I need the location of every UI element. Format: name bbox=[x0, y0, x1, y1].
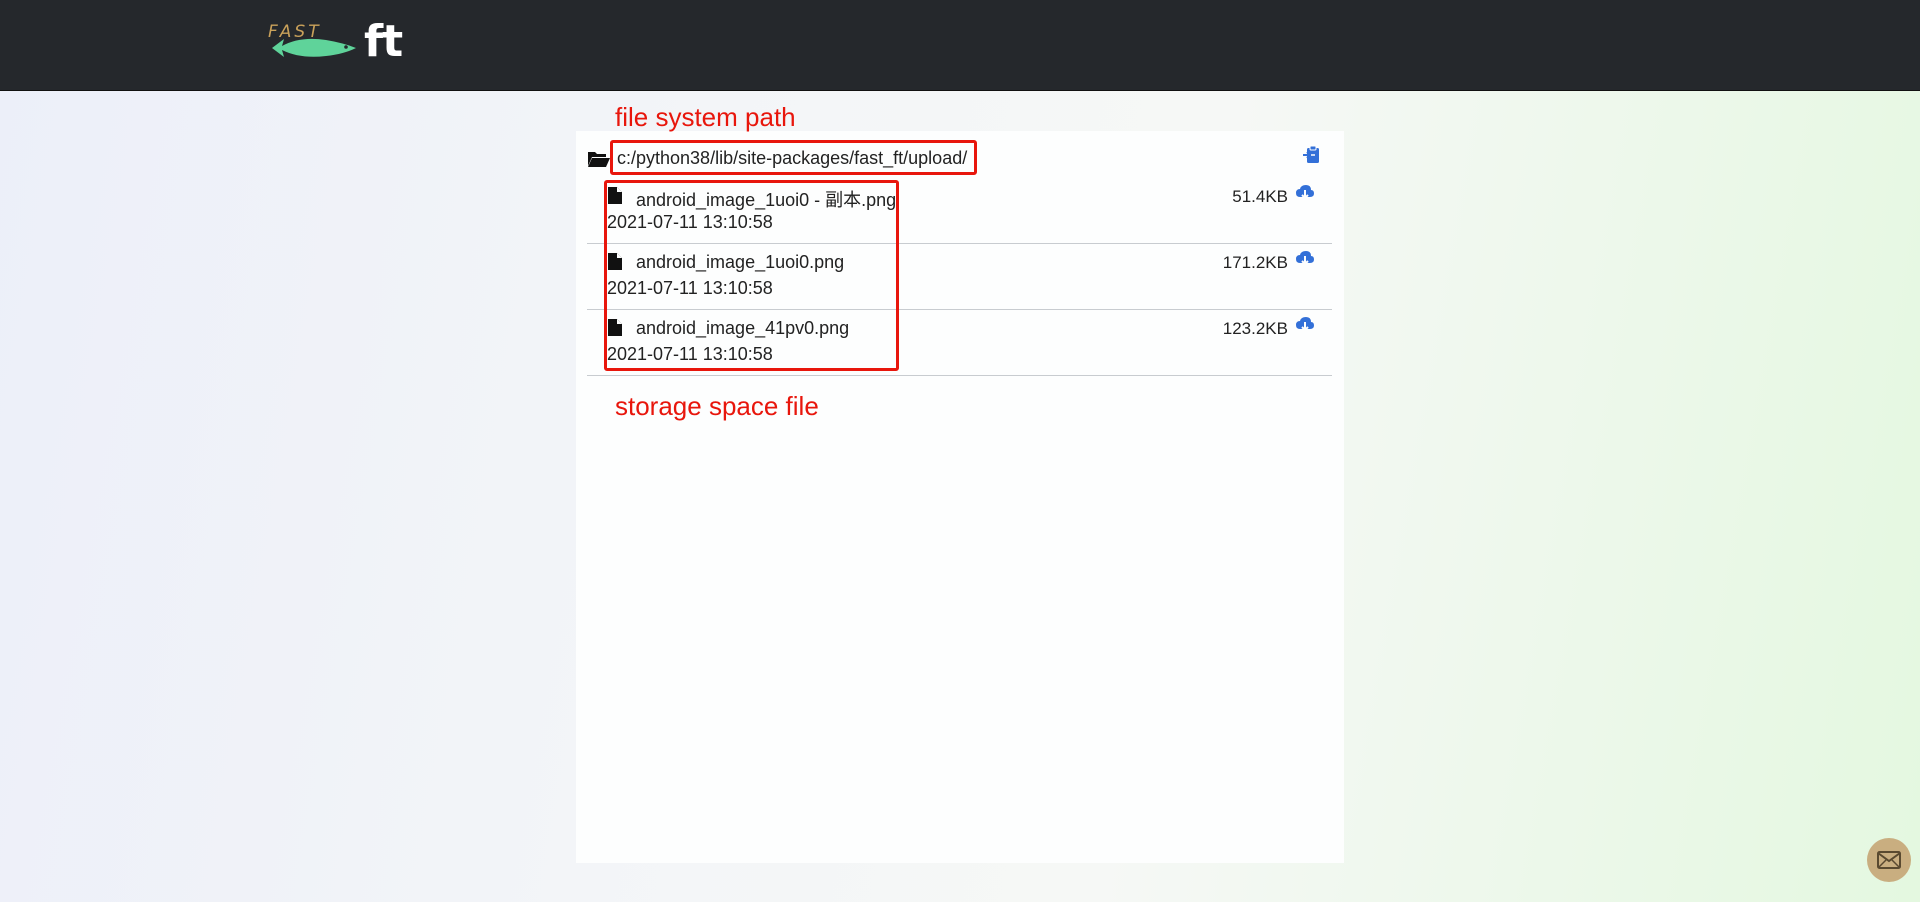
fish-icon bbox=[272, 38, 356, 57]
top-navbar: FAST ft bbox=[0, 0, 1920, 91]
file-size: 123.2KB bbox=[1222, 319, 1288, 338]
mail-button[interactable] bbox=[1867, 838, 1911, 882]
annotation-path-box bbox=[610, 140, 977, 175]
annotation-path-label: file system path bbox=[615, 102, 796, 132]
clipboard-icon[interactable] bbox=[1302, 145, 1322, 170]
annotation-storage-label: storage space file bbox=[615, 391, 819, 421]
mail-icon bbox=[1877, 851, 1901, 869]
cloud-download-icon[interactable] bbox=[1295, 316, 1315, 339]
file-size: 51.4KB bbox=[1232, 187, 1288, 206]
cloud-download-icon[interactable] bbox=[1295, 250, 1315, 273]
annotation-files-box bbox=[604, 180, 899, 371]
cloud-download-icon[interactable] bbox=[1295, 184, 1315, 207]
file-size: 171.2KB bbox=[1222, 253, 1288, 272]
logo-text: ft bbox=[364, 16, 403, 67]
logo[interactable]: FAST ft bbox=[268, 16, 403, 67]
folder-open-icon bbox=[587, 150, 611, 173]
logo-mark: FAST bbox=[268, 20, 360, 64]
